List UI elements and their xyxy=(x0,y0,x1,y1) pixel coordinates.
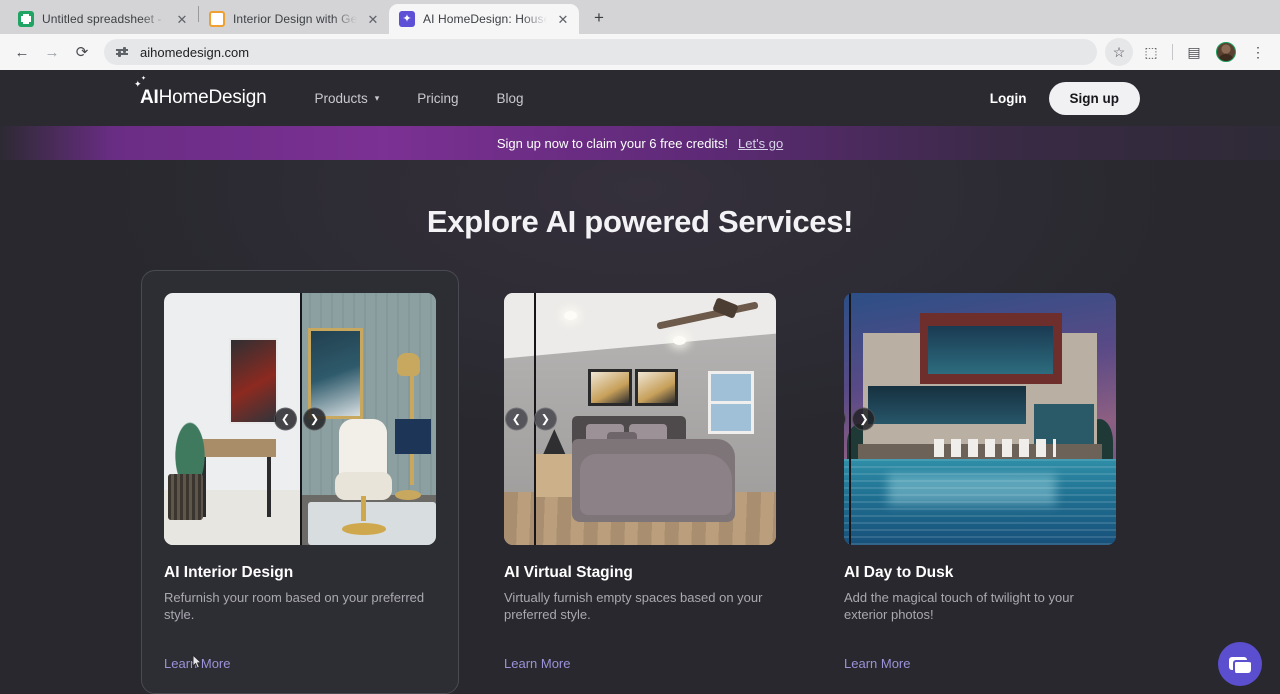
sheets-icon xyxy=(18,11,34,27)
card-description: Add the magical touch of twilight to you… xyxy=(844,589,1116,624)
tab-close-icon[interactable]: ✕ xyxy=(555,11,571,27)
slider-handles[interactable]: ❮ ❯ xyxy=(274,408,326,431)
tab-title: Untitled spreadsheet - Google xyxy=(42,12,166,26)
mouse-cursor xyxy=(190,654,206,672)
chat-widget-button[interactable] xyxy=(1218,642,1262,686)
card-description: Virtually furnish empty spaces based on … xyxy=(504,589,776,624)
url-text: aihomedesign.com xyxy=(140,45,249,60)
address-bar[interactable]: aihomedesign.com xyxy=(104,39,1097,65)
before-after-slider-3[interactable]: ❮ ❯ xyxy=(844,293,1116,545)
nav-label: Products xyxy=(314,91,367,106)
chevron-down-icon: ▾ xyxy=(375,93,380,104)
header-actions: Login Sign up xyxy=(990,82,1140,115)
nav-item-blog[interactable]: Blog xyxy=(497,91,524,106)
side-panel-icon[interactable]: ▤ xyxy=(1180,38,1208,66)
main-nav: Products ▾ Pricing Blog xyxy=(314,91,523,106)
nav-item-pricing[interactable]: Pricing xyxy=(417,91,458,106)
signup-button[interactable]: Sign up xyxy=(1049,82,1141,115)
slider-prev-icon[interactable]: ❮ xyxy=(844,408,846,431)
card-title: AI Interior Design xyxy=(164,564,436,582)
tab-title: Interior Design with Generati xyxy=(233,12,357,26)
learn-more-link[interactable]: Learn More xyxy=(844,656,910,671)
new-tab-button[interactable]: + xyxy=(585,4,613,32)
bookmark-star-icon[interactable]: ☆ xyxy=(1105,38,1133,66)
service-card-interior-design[interactable]: ❮ ❯ AI Interior Design Refurnish your ro… xyxy=(141,270,459,694)
slider-next-icon[interactable]: ❯ xyxy=(303,408,326,431)
extensions-icon[interactable]: ⬚ xyxy=(1137,38,1165,66)
avatar[interactable] xyxy=(1212,38,1240,66)
page-title: Explore AI powered Services! xyxy=(0,204,1280,240)
slider-handles[interactable]: ❮ ❯ xyxy=(844,408,875,431)
browser-toolbar: ← → ⟳ aihomedesign.com ☆ ⬚ ▤ ⋮ xyxy=(0,34,1280,70)
browser-window: Untitled spreadsheet - Google ✕ Interior… xyxy=(0,0,1280,694)
card-description: Refurnish your room based on your prefer… xyxy=(164,589,436,624)
card-title: AI Day to Dusk xyxy=(844,564,1116,582)
slider-next-icon[interactable]: ❯ xyxy=(852,408,875,431)
browser-menu-icon[interactable]: ⋮ xyxy=(1244,38,1272,66)
browser-tab-3-active[interactable]: AI HomeDesign: House Desig ✕ xyxy=(389,4,579,34)
toolbar-divider xyxy=(1172,44,1173,60)
logo-name-text: HomeDesign xyxy=(159,87,267,109)
logo-ai-text: AI xyxy=(140,87,159,109)
service-card-virtual-staging[interactable]: ❮ ❯ AI Virtual Staging Virtually furnish… xyxy=(481,270,799,694)
promo-text: Sign up now to claim your 6 free credits… xyxy=(497,136,728,151)
page-content: ✦ ✦ AI HomeDesign Products ▾ Pricing Blo… xyxy=(0,70,1280,694)
nav-label: Pricing xyxy=(417,91,458,106)
tab-title: AI HomeDesign: House Desig xyxy=(423,12,547,26)
promo-banner: Sign up now to claim your 6 free credits… xyxy=(0,126,1280,160)
browser-tab-1[interactable]: Untitled spreadsheet - Google ✕ xyxy=(8,4,198,34)
learn-more-link[interactable]: Learn More xyxy=(504,656,570,671)
toolbar-actions: ☆ ⬚ ▤ ⋮ xyxy=(1105,38,1272,66)
forward-button[interactable]: → xyxy=(38,38,66,66)
login-link[interactable]: Login xyxy=(990,91,1027,106)
service-card-day-to-dusk[interactable]: ❮ ❯ AI Day to Dusk Add the magical touch… xyxy=(821,270,1139,694)
browser-tab-2[interactable]: Interior Design with Generati ✕ xyxy=(199,4,389,34)
aihomedesign-icon xyxy=(399,11,415,27)
reload-button[interactable]: ⟳ xyxy=(68,38,96,66)
slider-prev-icon[interactable]: ❮ xyxy=(505,408,528,431)
slider-next-icon[interactable]: ❯ xyxy=(534,408,557,431)
tab-close-icon[interactable]: ✕ xyxy=(365,11,381,27)
sparkle-small-icon: ✦ xyxy=(141,76,146,82)
orange-square-icon xyxy=(209,11,225,27)
card-image-day-to-dusk xyxy=(844,293,1116,545)
before-after-slider-2[interactable]: ❮ ❯ xyxy=(504,293,776,545)
service-cards: ❮ ❯ AI Interior Design Refurnish your ro… xyxy=(0,270,1280,694)
slider-prev-icon[interactable]: ❮ xyxy=(274,408,297,431)
slider-handles[interactable]: ❮ ❯ xyxy=(505,408,557,431)
site-header: ✦ ✦ AI HomeDesign Products ▾ Pricing Blo… xyxy=(0,70,1280,126)
back-button[interactable]: ← xyxy=(8,38,36,66)
tab-strip: Untitled spreadsheet - Google ✕ Interior… xyxy=(0,0,1280,34)
tab-close-icon[interactable]: ✕ xyxy=(174,11,190,27)
site-logo[interactable]: ✦ ✦ AI HomeDesign xyxy=(140,87,266,109)
site-settings-icon[interactable] xyxy=(116,45,131,60)
nav-label: Blog xyxy=(497,91,524,106)
before-after-slider-1[interactable]: ❮ ❯ xyxy=(164,293,436,545)
nav-item-products[interactable]: Products ▾ xyxy=(314,91,379,106)
card-title: AI Virtual Staging xyxy=(504,564,776,582)
promo-cta-link[interactable]: Let's go xyxy=(738,136,783,151)
